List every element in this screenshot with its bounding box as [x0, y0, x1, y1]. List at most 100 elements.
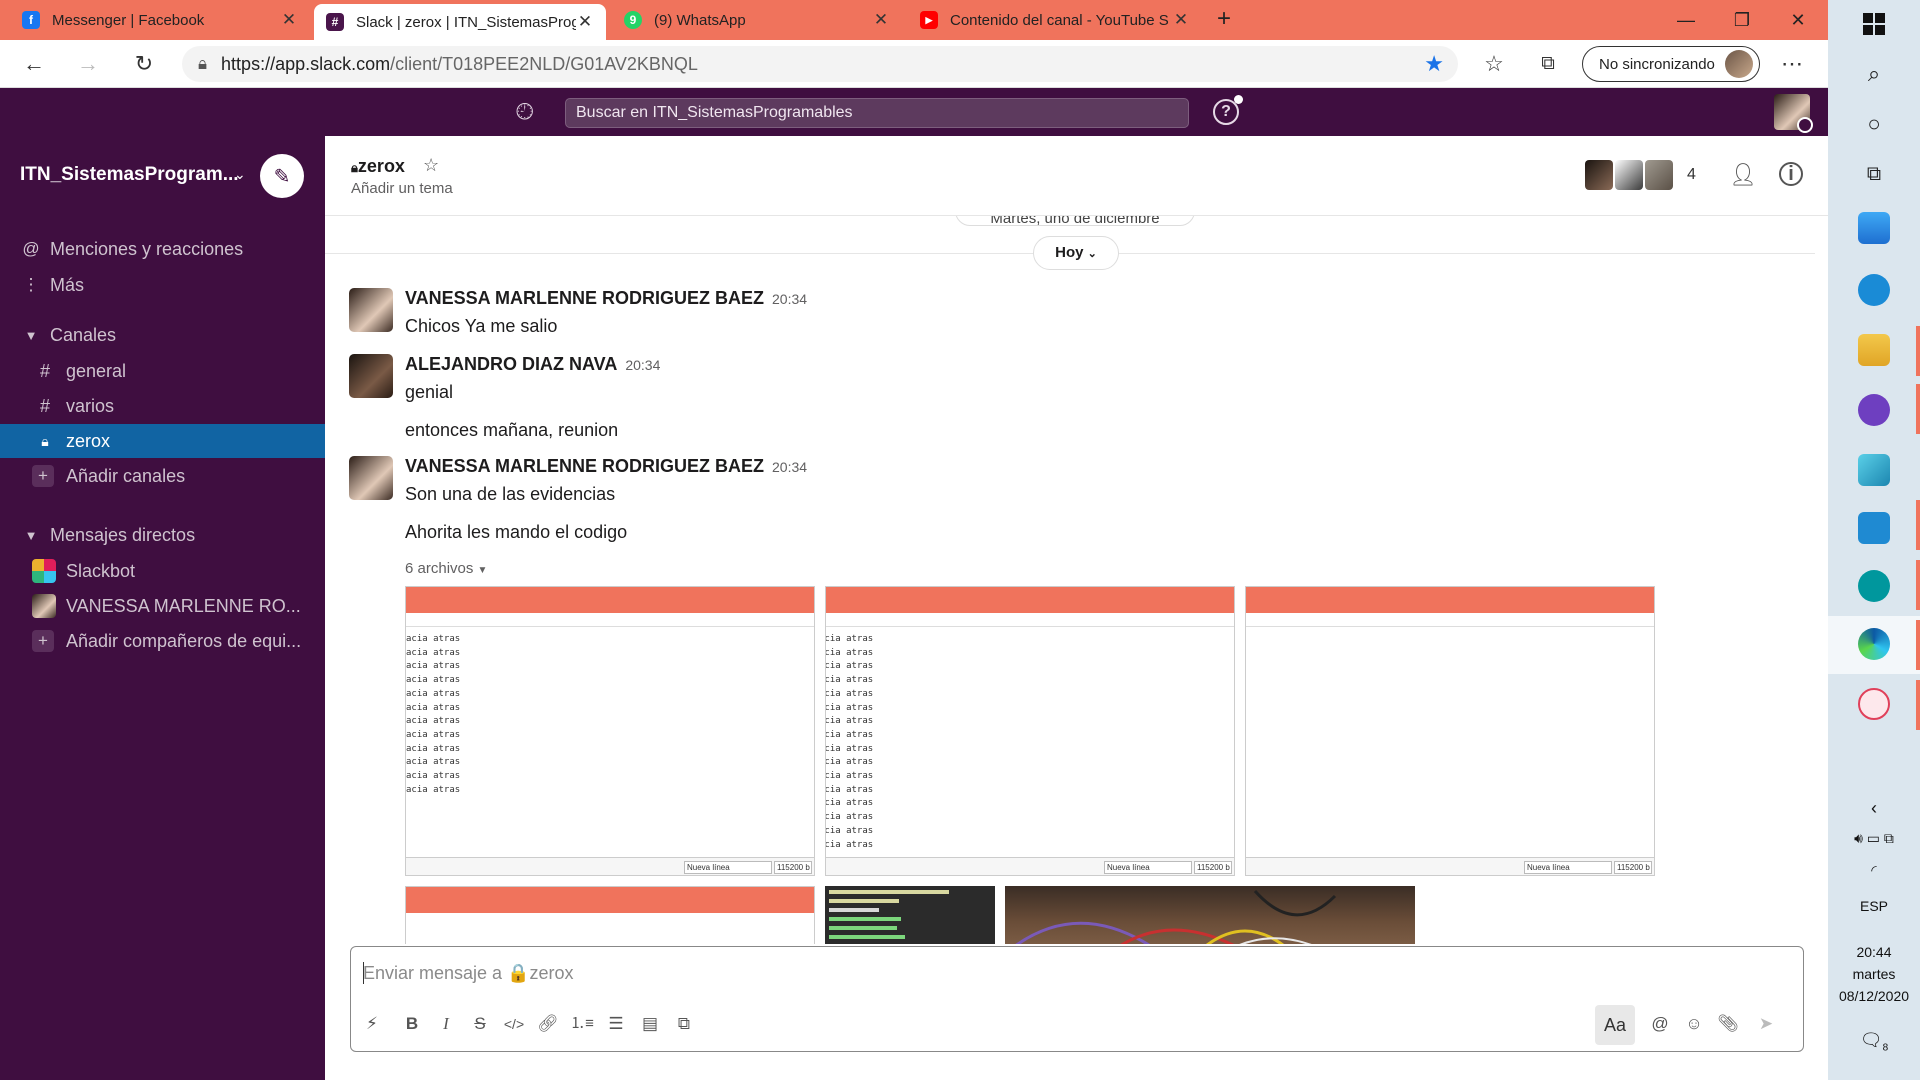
formatting-toggle-button[interactable]: Aa [1595, 1005, 1635, 1045]
snipping-tool-icon[interactable] [1858, 688, 1890, 720]
file-thumbnail[interactable]: acia atras acia atras acia atras acia at… [405, 586, 815, 876]
channel-title[interactable]: 🔒︎zerox [351, 156, 405, 177]
teamviewer-icon[interactable] [1858, 274, 1890, 306]
new-tab-button[interactable]: + [1210, 6, 1238, 34]
italic-icon[interactable]: I [431, 1009, 461, 1039]
sidebar-item-vanessa[interactable]: VANESSA MARLENNE RO... [0, 589, 325, 623]
add-teammates-button[interactable]: + Añadir compañeros de equi... [0, 624, 325, 658]
file-thumbnail[interactable] [405, 886, 815, 944]
info-icon[interactable]: i [1779, 162, 1803, 186]
edge-icon[interactable] [1858, 628, 1890, 660]
clock-date[interactable]: 08/12/2020 [1828, 988, 1920, 1004]
attach-icon[interactable]: 📎︎ [1713, 1009, 1743, 1039]
ordered-list-icon[interactable]: ⒈≡ [567, 1009, 597, 1039]
help-icon[interactable]: ? [1213, 95, 1243, 125]
close-tab-icon[interactable]: ✕ [1172, 10, 1190, 30]
tab-messenger[interactable]: f Messenger | Facebook ✕ [10, 0, 310, 40]
file-explorer-icon[interactable] [1858, 334, 1890, 366]
workspace-name[interactable]: ITN_SistemasProgram... [20, 164, 239, 186]
more-menu-icon[interactable]: ⋯ [1776, 48, 1808, 80]
close-tab-icon[interactable]: ✕ [576, 12, 594, 32]
reload-icon[interactable]: ↻ [128, 48, 160, 80]
mention-icon[interactable]: @ [1645, 1009, 1675, 1039]
sidebar-item-varios[interactable]: # varios [0, 389, 325, 423]
minimize-icon[interactable]: — [1658, 0, 1714, 40]
history-icon[interactable]: 🕘︎ [516, 99, 533, 125]
close-tab-icon[interactable]: ✕ [872, 10, 890, 30]
wifi-icon[interactable]: ◜ [1828, 862, 1920, 879]
close-tab-icon[interactable]: ✕ [280, 10, 298, 30]
message-author[interactable]: VANESSA MARLENNE RODRIGUEZ BAEZ 20:34 [405, 288, 807, 309]
sidebar-item-slackbot[interactable]: Slackbot [0, 554, 325, 588]
message-time[interactable]: 20:34 [772, 291, 807, 307]
collections-icon[interactable]: ⧉ [1532, 48, 1564, 80]
sidebar-item-zerox[interactable]: 🔒︎ zerox [0, 424, 325, 458]
files-toggle[interactable]: 6 archivos ▼ [405, 560, 487, 577]
favorites-icon[interactable]: ☆ [1478, 48, 1510, 80]
user-avatar[interactable] [349, 288, 393, 332]
file-thumbnail[interactable] [825, 886, 995, 944]
search-input[interactable]: Buscar en ITN_SistemasProgramables [565, 98, 1189, 128]
sidebar-item-mentions[interactable]: @ Menciones y reacciones [0, 232, 325, 266]
add-member-icon[interactable]: 👤︎ [1729, 162, 1757, 188]
blockquote-icon[interactable]: ▤ [635, 1009, 665, 1039]
restore-icon[interactable]: ❐ [1714, 0, 1770, 40]
search-icon[interactable]: ⌕ [1854, 54, 1894, 94]
vscode-icon[interactable] [1858, 512, 1890, 544]
strikethrough-icon[interactable]: S [465, 1009, 495, 1039]
chevron-down-icon[interactable]: ⌄ [234, 166, 246, 183]
file-thumbnail[interactable]: acia atras acia atras acia atras acia at… [825, 586, 1235, 876]
system-tray-icons[interactable]: 🔊︎ ▭ ⧉ [1828, 830, 1920, 847]
user-avatar[interactable] [349, 456, 393, 500]
member-list-button[interactable]: 4 [1585, 160, 1696, 190]
file-thumbnail[interactable] [1005, 886, 1415, 944]
profile-sync-button[interactable]: No sincronizando [1582, 46, 1760, 82]
show-hidden-icons[interactable]: ‹ [1828, 798, 1920, 819]
compose-button[interactable]: ✎ [260, 154, 304, 198]
message-time[interactable]: 20:34 [772, 459, 807, 475]
day-divider-today[interactable]: Hoy ⌄ [1033, 236, 1119, 270]
dm-section-header[interactable]: ▼ Mensajes directos [0, 518, 325, 552]
back-icon[interactable]: ← [18, 48, 50, 80]
tab-youtube[interactable]: ▶ Contenido del canal - YouTube S ✕ [908, 0, 1202, 40]
forward-icon[interactable]: → [72, 48, 104, 80]
close-window-icon[interactable]: ✕ [1770, 0, 1826, 40]
task-view-icon[interactable]: ⧉ [1854, 154, 1894, 194]
clock-day[interactable]: martes [1828, 966, 1920, 982]
windows-start-icon[interactable] [1854, 4, 1894, 44]
url-field[interactable]: 🔒︎ https://app.slack.com/client/T018PEE2… [182, 46, 1458, 82]
link-icon[interactable]: 🔗︎ [533, 1009, 563, 1039]
message-composer[interactable]: Enviar mensaje a 🔒zerox ⚡︎ B I S </> 🔗︎ … [350, 946, 1804, 1052]
add-channels-button[interactable]: + Añadir canales [0, 459, 325, 493]
day-divider-old[interactable]: Martes, uno de diciembre [955, 216, 1195, 226]
file-thumbnail[interactable]: Nueva línea 115200 b [1245, 586, 1655, 876]
emoji-icon[interactable]: ☺ [1679, 1009, 1709, 1039]
channels-section-header[interactable]: ▼ Canales [0, 318, 325, 352]
send-icon[interactable]: ➤ [1751, 1009, 1781, 1039]
user-avatar[interactable] [349, 354, 393, 398]
phone-app-icon[interactable] [1858, 212, 1890, 244]
sidebar-item-more[interactable]: ⋮ Más [0, 268, 325, 302]
tab-whatsapp[interactable]: 9 (9) WhatsApp ✕ [612, 0, 902, 40]
bulleted-list-icon[interactable]: ☰ [601, 1009, 631, 1039]
clock-time[interactable]: 20:44 [1828, 944, 1920, 960]
channel-topic[interactable]: Añadir un tema [351, 180, 453, 197]
github-icon[interactable] [1858, 394, 1890, 426]
favorite-star-icon[interactable]: ★ [1424, 51, 1444, 77]
user-avatar[interactable] [1774, 94, 1813, 133]
code-icon[interactable]: </> [499, 1009, 529, 1039]
star-icon[interactable]: ☆ [423, 155, 439, 176]
message-author[interactable]: ALEJANDRO DIAZ NAVA 20:34 [405, 354, 660, 375]
notification-center-icon[interactable]: 🗨︎8 [1828, 1030, 1920, 1054]
language-indicator[interactable]: ESP [1828, 898, 1920, 914]
message-author[interactable]: VANESSA MARLENNE RODRIGUEZ BAEZ 20:34 [405, 456, 807, 477]
arduino-icon[interactable] [1858, 570, 1890, 602]
app-icon[interactable] [1858, 454, 1890, 486]
message-time[interactable]: 20:34 [625, 357, 660, 373]
shortcuts-icon[interactable]: ⚡︎ [357, 1009, 387, 1039]
cortana-icon[interactable]: ○ [1854, 104, 1894, 144]
tab-slack[interactable]: # Slack | zerox | ITN_SistemasProgr ✕ [314, 4, 606, 40]
sidebar-item-general[interactable]: # general [0, 354, 325, 388]
bold-icon[interactable]: B [397, 1009, 427, 1039]
code-block-icon[interactable]: ⧉ [669, 1009, 699, 1039]
